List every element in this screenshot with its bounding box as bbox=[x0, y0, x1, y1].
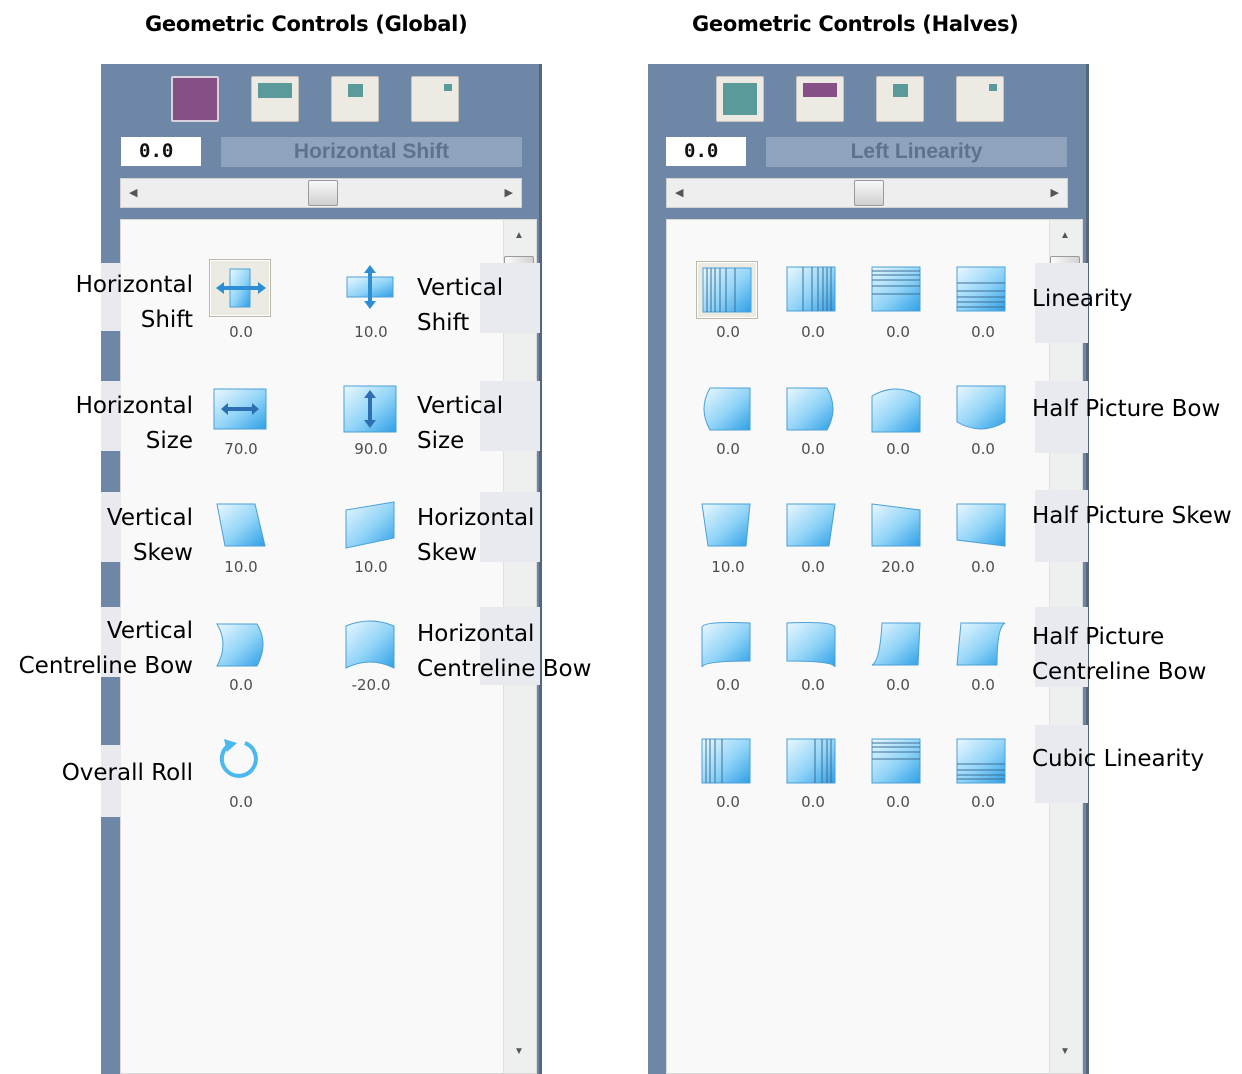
horizontal-shift-label: Horizontal Shift bbox=[75, 272, 193, 333]
value-field[interactable]: 0.0 bbox=[121, 137, 201, 166]
skew-left-icon[interactable] bbox=[696, 496, 758, 554]
value-slider[interactable]: ◀ ▶ bbox=[666, 178, 1068, 208]
vertical-shift-value: 10.0 bbox=[354, 323, 388, 341]
half-picture-bow-label: Half Picture Bow bbox=[1032, 396, 1221, 422]
tool-large-window-button[interactable] bbox=[796, 76, 844, 122]
bow-top-icon[interactable] bbox=[866, 380, 928, 438]
vertical-size-label: Vertical Size bbox=[417, 393, 504, 454]
tool-medium-window-button[interactable] bbox=[331, 76, 379, 122]
slider-right-arrow-icon[interactable]: ▶ bbox=[505, 186, 513, 199]
value-slider[interactable]: ◀ ▶ bbox=[120, 178, 522, 208]
skew-value: 0.0 bbox=[801, 558, 825, 576]
tool-full-picture-button[interactable] bbox=[716, 76, 764, 122]
horizontal-centreline-bow-icon[interactable] bbox=[340, 616, 402, 674]
linearity-right-icon[interactable] bbox=[781, 261, 843, 319]
cubic-linearity-label: Cubic Linearity bbox=[1032, 746, 1205, 772]
horizontal-centreline-bow-label: Horizontal Centreline Bow bbox=[417, 621, 592, 682]
slider-left-arrow-icon[interactable]: ◀ bbox=[129, 186, 137, 199]
skew-right-icon[interactable] bbox=[781, 496, 843, 554]
horizontal-size-label: Horizontal Size bbox=[75, 393, 193, 454]
heading-halves: Geometric Controls (Halves) bbox=[692, 12, 1019, 36]
linearity-left-icon[interactable] bbox=[696, 261, 758, 319]
skew-top-icon[interactable] bbox=[866, 496, 928, 554]
slider-thumb[interactable] bbox=[308, 180, 338, 206]
heading-global: Geometric Controls (Global) bbox=[145, 12, 468, 36]
half-picture-centreline-bow-label: Half Picture Centreline Bow bbox=[1032, 624, 1207, 685]
linearity-bottom-icon[interactable] bbox=[951, 261, 1013, 319]
linearity-value: 0.0 bbox=[971, 323, 995, 341]
overall-roll-value: 0.0 bbox=[229, 793, 253, 811]
control-name-bar: Horizontal Shift bbox=[221, 137, 522, 167]
horizontal-skew-value: 10.0 bbox=[354, 558, 388, 576]
cubic-linearity-top-icon[interactable] bbox=[866, 733, 928, 791]
linearity-value: 0.0 bbox=[801, 323, 825, 341]
scroll-up-arrow-icon[interactable]: ▲ bbox=[514, 230, 524, 241]
vertical-size-value: 90.0 bbox=[354, 440, 388, 458]
half-picture-skew-label: Half Picture Skew bbox=[1032, 503, 1232, 529]
scroll-down-arrow-icon[interactable]: ▼ bbox=[514, 1046, 524, 1057]
slider-right-arrow-icon[interactable]: ▶ bbox=[1051, 186, 1059, 199]
bow-value: 0.0 bbox=[801, 440, 825, 458]
bow-value: 0.0 bbox=[716, 440, 740, 458]
horizontal-skew-label: Horizontal Skew bbox=[417, 505, 535, 566]
skew-value: 0.0 bbox=[971, 558, 995, 576]
centreline-bow-value: 0.0 bbox=[971, 676, 995, 694]
centreline-bow-value: 0.0 bbox=[886, 676, 910, 694]
tool-medium-window-button[interactable] bbox=[876, 76, 924, 122]
tool-large-window-button[interactable] bbox=[251, 76, 299, 122]
horizontal-size-icon[interactable] bbox=[209, 380, 271, 438]
vertical-shift-label: Vertical Shift bbox=[417, 275, 504, 336]
horizontal-centreline-bow-value: -20.0 bbox=[351, 676, 391, 694]
vertical-size-icon[interactable] bbox=[340, 380, 402, 438]
slider-thumb[interactable] bbox=[854, 180, 884, 206]
linearity-value: 0.0 bbox=[886, 323, 910, 341]
horizontal-shift-icon[interactable] bbox=[209, 259, 271, 317]
linearity-top-icon[interactable] bbox=[866, 261, 928, 319]
centreline-bow-value: 0.0 bbox=[716, 676, 740, 694]
cubic-linearity-left-icon[interactable] bbox=[696, 733, 758, 791]
scroll-down-arrow-icon[interactable]: ▼ bbox=[1060, 1046, 1070, 1057]
vertical-skew-label: Vertical Skew bbox=[106, 505, 193, 566]
cubic-linearity-value: 0.0 bbox=[886, 793, 910, 811]
vertical-centreline-bow-label: Vertical Centreline Bow bbox=[18, 618, 193, 679]
horizontal-skew-icon[interactable] bbox=[340, 496, 402, 554]
centreline-bow-bottom-icon[interactable] bbox=[951, 615, 1013, 673]
cubic-linearity-value: 0.0 bbox=[971, 793, 995, 811]
cubic-linearity-bottom-icon[interactable] bbox=[951, 733, 1013, 791]
linearity-value: 0.0 bbox=[716, 323, 740, 341]
control-name-bar: Left Linearity bbox=[766, 137, 1067, 167]
vertical-centreline-bow-icon[interactable] bbox=[209, 616, 271, 674]
vertical-centreline-bow-value: 0.0 bbox=[229, 676, 253, 694]
vertical-skew-value: 10.0 bbox=[224, 558, 258, 576]
bow-value: 0.0 bbox=[971, 440, 995, 458]
bow-left-icon[interactable] bbox=[696, 380, 758, 438]
bow-bottom-icon[interactable] bbox=[951, 380, 1013, 438]
centreline-bow-right-icon[interactable] bbox=[781, 615, 843, 673]
tool-small-window-button[interactable] bbox=[956, 76, 1004, 122]
overall-roll-label: Overall Roll bbox=[61, 760, 193, 786]
vertical-skew-icon[interactable] bbox=[209, 496, 271, 554]
tool-full-picture-button[interactable] bbox=[171, 76, 219, 122]
skew-bottom-icon[interactable] bbox=[951, 496, 1013, 554]
skew-value: 20.0 bbox=[881, 558, 915, 576]
horizontal-size-value: 70.0 bbox=[224, 440, 258, 458]
value-field[interactable]: 0.0 bbox=[666, 137, 746, 166]
linearity-label: Linearity bbox=[1032, 286, 1133, 312]
centreline-bow-top-icon[interactable] bbox=[866, 615, 928, 673]
cubic-linearity-value: 0.0 bbox=[801, 793, 825, 811]
overall-roll-icon[interactable] bbox=[209, 733, 271, 791]
centreline-bow-left-icon[interactable] bbox=[696, 615, 758, 673]
skew-value: 10.0 bbox=[711, 558, 745, 576]
centreline-bow-value: 0.0 bbox=[801, 676, 825, 694]
tool-small-window-button[interactable] bbox=[411, 76, 459, 122]
slider-left-arrow-icon[interactable]: ◀ bbox=[675, 186, 683, 199]
vertical-shift-icon[interactable] bbox=[340, 259, 402, 317]
cubic-linearity-value: 0.0 bbox=[716, 793, 740, 811]
bow-value: 0.0 bbox=[886, 440, 910, 458]
bow-right-icon[interactable] bbox=[781, 380, 843, 438]
horizontal-shift-value: 0.0 bbox=[229, 323, 253, 341]
scroll-up-arrow-icon[interactable]: ▲ bbox=[1060, 230, 1070, 241]
cubic-linearity-right-icon[interactable] bbox=[781, 733, 843, 791]
